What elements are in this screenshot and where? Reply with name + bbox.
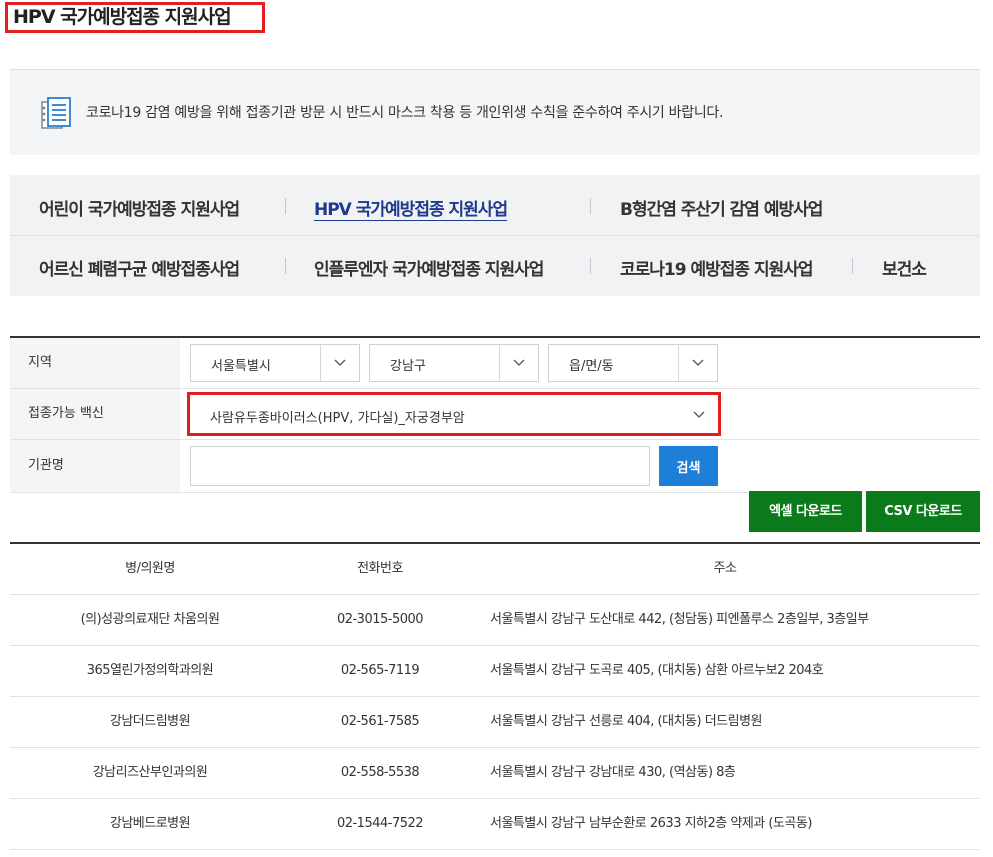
vaccine-select[interactable]: 사람유두종바이러스(HPV, 가다실)_자궁경부암 [187, 392, 721, 436]
cell-name: 강남베드로병원 [109, 816, 191, 831]
program-tabs: 어린이 국가예방접종 지원사업 HPV 국가예방접종 지원사업 B형간염 주산기… [10, 175, 980, 296]
vaccine-select-value: 사람유두종바이러스(HPV, 가다실)_자궁경부암 [210, 411, 465, 426]
tab-hpv-vaccination[interactable]: HPV 국가예방접종 지원사업 [314, 195, 508, 220]
column-header-address: 주소 [713, 561, 737, 576]
cell-phone: 02-3015-5000 [336, 612, 424, 627]
notice-box: 코로나19 감염 예방을 위해 접종기관 방문 시 반드시 마스크 착용 등 개… [10, 69, 980, 155]
cell-phone: 02-561-7585 [340, 714, 420, 729]
region-label: 지역 [10, 338, 180, 388]
tab-senior-pneumococcal[interactable]: 어르신 폐렴구균 예방접종사업 [39, 255, 240, 280]
tab-separator [852, 258, 853, 274]
tab-hepatitis-b[interactable]: B형간염 주산기 감염 예방사업 [620, 195, 823, 220]
vaccine-row: 접종가능 백신 사람유두종바이러스(HPV, 가다실)_자궁경부암 [10, 389, 980, 440]
tab-influenza[interactable]: 인플루엔자 국가예방접종 지원사업 [314, 255, 544, 280]
cell-name: (의)성광의료재단 차움의원 [80, 612, 220, 627]
town-select-value: 읍/면/동 [569, 359, 614, 374]
tab-row-divider [10, 235, 980, 236]
cell-address: 서울특별시 강남구 선릉로 404, (대치동) 더드림병원 [490, 714, 763, 729]
table-header-row: 병/의원명 전화번호 주소 [10, 544, 980, 595]
cell-address: 서울특별시 강남구 도곡로 405, (대치동) 삼환 아르누보2 204호 [490, 663, 824, 678]
column-header-phone: 전화번호 [357, 561, 403, 576]
notice-text: 코로나19 감염 예방을 위해 접종기관 방문 시 반드시 마스크 착용 등 개… [86, 105, 724, 121]
csv-download-button[interactable]: CSV 다운로드 [866, 491, 980, 532]
chevron-down-icon [693, 411, 705, 418]
cell-name: 강남리즈산부인과의원 [92, 765, 208, 780]
tab-separator [285, 258, 286, 274]
table-row[interactable]: 365열린가정의학과의원 02-565-7119 서울특별시 강남구 도곡로 4… [10, 646, 980, 697]
cell-phone: 02-558-5538 [340, 765, 420, 780]
chevron-down-icon [513, 359, 525, 366]
town-select[interactable]: 읍/면/동 [548, 344, 718, 382]
tab-separator [590, 258, 591, 274]
tab-child-vaccination[interactable]: 어린이 국가예방접종 지원사업 [39, 195, 240, 220]
cell-address: 서울특별시 강남구 도산대로 442, (청담동) 피엔폴루스 2층일부, 3층… [490, 612, 869, 627]
column-header-name: 병/의원명 [125, 561, 175, 576]
cell-phone: 02-1544-7522 [336, 816, 424, 831]
tab-separator [590, 198, 591, 214]
tab-covid19[interactable]: 코로나19 예방접종 지원사업 [620, 255, 814, 280]
search-form: 지역 서울특별시 강남구 읍/면/동 접종가능 백신 사람유두종바이러스(HPV… [10, 336, 980, 493]
chevron-down-icon [334, 359, 346, 366]
cell-address: 서울특별시 강남구 강남대로 430, (역삼동) 8층 [490, 765, 736, 780]
tab-separator [285, 198, 286, 214]
page-title: HPV 국가예방접종 지원사업 [5, 2, 265, 33]
institution-name-input[interactable] [190, 446, 650, 486]
institution-row: 기관명 검색 [10, 440, 980, 493]
cell-address: 서울특별시 강남구 남부순환로 2633 지하2층 약제과 (도곡동) [490, 816, 812, 831]
city-select[interactable]: 서울특별시 [190, 344, 360, 382]
table-row[interactable]: 강남리즈산부인과의원 02-558-5538 서울특별시 강남구 강남대로 43… [10, 748, 980, 799]
table-row[interactable]: 강남더드림병원 02-561-7585 서울특별시 강남구 선릉로 404, (… [10, 697, 980, 748]
cell-name: 365열린가정의학과의원 [86, 663, 214, 678]
cell-name: 강남더드림병원 [109, 714, 191, 729]
chevron-down-icon [692, 359, 704, 366]
district-select[interactable]: 강남구 [369, 344, 539, 382]
document-list-icon [41, 97, 71, 129]
table-row[interactable]: (의)성광의료재단 차움의원 02-3015-5000 서울특별시 강남구 도산… [10, 595, 980, 646]
city-select-value: 서울특별시 [211, 359, 271, 374]
table-row[interactable]: 강남베드로병원 02-1544-7522 서울특별시 강남구 남부순환로 263… [10, 799, 980, 850]
excel-download-button[interactable]: 엑셀 다운로드 [749, 491, 862, 532]
search-button[interactable]: 검색 [659, 446, 718, 486]
region-row: 지역 서울특별시 강남구 읍/면/동 [10, 338, 980, 389]
results-table: 병/의원명 전화번호 주소 (의)성광의료재단 차움의원 02-3015-500… [10, 542, 980, 850]
vaccine-label: 접종가능 백신 [10, 389, 180, 439]
district-select-value: 강남구 [390, 359, 426, 374]
institution-label: 기관명 [10, 440, 180, 492]
cell-phone: 02-565-7119 [340, 663, 420, 678]
tab-health-center[interactable]: 보건소 [882, 255, 927, 280]
